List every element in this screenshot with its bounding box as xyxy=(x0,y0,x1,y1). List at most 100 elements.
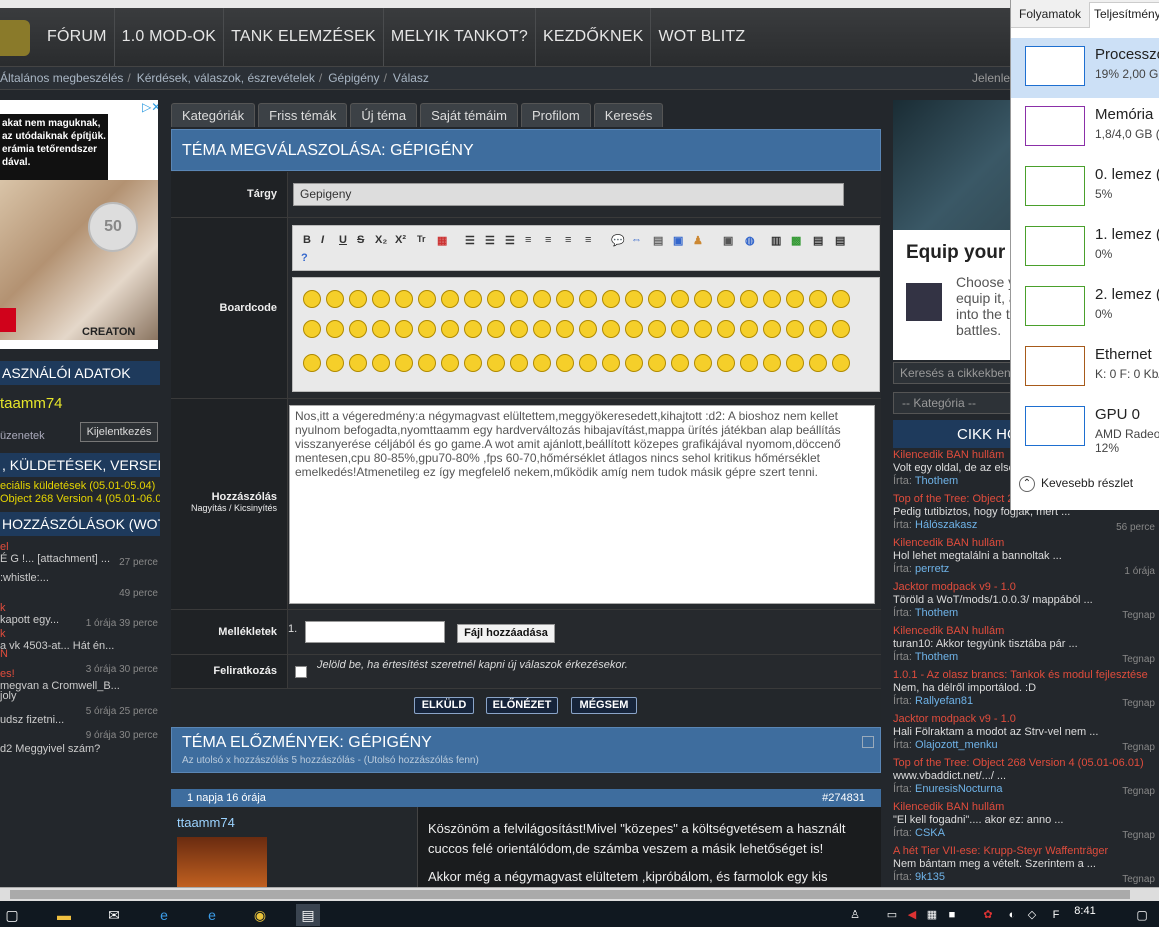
recent-post[interactable]: k kapott egy... 1 órája 39 perce xyxy=(0,602,160,629)
globe-icon[interactable]: ◍ xyxy=(745,234,755,247)
smiley-icon[interactable] xyxy=(395,320,413,338)
code-icon[interactable]: ⇔ xyxy=(631,234,642,246)
align-center-icon[interactable]: ≡ xyxy=(545,234,551,246)
cancel-button[interactable]: MÉGSEM xyxy=(571,697,637,714)
smiley-icon[interactable] xyxy=(717,320,735,338)
tab-performance[interactable]: Teljesítmény xyxy=(1089,2,1159,28)
smiley-icon[interactable] xyxy=(510,290,528,308)
smiley-icon[interactable] xyxy=(602,290,620,308)
antivirus-icon[interactable]: ✿ xyxy=(976,904,1000,926)
smiley-icon[interactable] xyxy=(372,290,390,308)
smiley-icon[interactable] xyxy=(487,354,505,372)
smiley-icon[interactable] xyxy=(556,354,574,372)
smiley-icon[interactable] xyxy=(602,320,620,338)
smiley-icon[interactable] xyxy=(763,290,781,308)
recent-post-title[interactable]: es! xyxy=(0,668,15,680)
article-comment[interactable]: Jacktor modpack v9 - 1.0 Töröld a WoT/mod… xyxy=(893,581,1159,625)
comment-author[interactable]: 9k135 xyxy=(915,871,945,883)
smiley-icon[interactable] xyxy=(694,290,712,308)
subscribe-checkbox[interactable] xyxy=(295,666,307,678)
smiley-icon[interactable] xyxy=(418,320,436,338)
recent-post[interactable]: udsz fizetni... 9 órája 30 perce xyxy=(0,714,160,741)
smiley-icon[interactable] xyxy=(625,354,643,372)
tab[interactable]: Friss témák xyxy=(258,103,348,127)
logout-button[interactable]: Kijelentkezés xyxy=(80,422,158,442)
ad-close-icon[interactable]: ▷✕ xyxy=(142,100,158,114)
file-input[interactable] xyxy=(305,621,445,643)
performance-item[interactable]: Memória 1,8/4,0 GB (4 xyxy=(1011,98,1159,158)
film-icon[interactable]: ▥ xyxy=(771,234,781,247)
tab[interactable]: Keresés xyxy=(593,103,664,127)
smiley-icon[interactable] xyxy=(418,290,436,308)
smiley-icon[interactable] xyxy=(441,290,459,308)
smiley-icon[interactable] xyxy=(625,320,643,338)
nav-item[interactable]: MELYIK TANKOT? xyxy=(382,8,535,66)
flag-icon[interactable]: ■ xyxy=(940,904,964,926)
nav-item[interactable]: WOT BLITZ xyxy=(650,8,752,66)
article-title[interactable]: 1.0.1 - Az olasz brancs: Tankok és modul… xyxy=(893,669,1159,682)
article-comment[interactable]: Kilencedik BAN hullám Hol lehet megtaláln… xyxy=(893,537,1159,581)
add-file-button[interactable]: Fájl hozzáadása xyxy=(457,624,555,643)
article-comment[interactable]: 1.0.1 - Az olasz brancs: Tankok és modul… xyxy=(893,669,1159,713)
smiley-icon[interactable] xyxy=(464,354,482,372)
smiley-icon[interactable] xyxy=(533,354,551,372)
article-title[interactable]: Kilencedik BAN hullám xyxy=(893,625,1159,638)
smiley-icon[interactable] xyxy=(740,320,758,338)
comment-author[interactable]: Olajozott_menku xyxy=(915,739,998,751)
start-icon[interactable]: ▢ xyxy=(0,904,24,926)
smiley-icon[interactable] xyxy=(464,290,482,308)
align-left-icon[interactable]: ≡ xyxy=(525,234,531,246)
post-author[interactable]: ttaamm74 xyxy=(177,815,235,830)
smiley-icon[interactable] xyxy=(671,354,689,372)
comment-author[interactable]: Thothem xyxy=(915,475,958,487)
bullet-list-icon[interactable]: ☰ xyxy=(465,234,475,247)
breadcrumb-item[interactable]: Általános megbeszélés xyxy=(0,71,123,85)
indent-icon[interactable]: ☰ xyxy=(505,234,515,247)
comment-author[interactable]: Thothem xyxy=(915,607,958,619)
breadcrumb-item[interactable]: Gépigény xyxy=(328,71,379,85)
subject-input[interactable]: Gepigeny xyxy=(293,183,844,206)
language-icon[interactable]: F xyxy=(1044,904,1068,926)
smiley-icon[interactable] xyxy=(648,320,666,338)
smiley-icon[interactable] xyxy=(326,290,344,308)
smiley-icon[interactable] xyxy=(717,354,735,372)
category-select[interactable]: -- Kategória -- xyxy=(893,392,1013,414)
smiley-icon[interactable] xyxy=(326,354,344,372)
article-comment[interactable]: Top of the Tree: Object 268 Version 4 (0… xyxy=(893,757,1159,801)
scrollbar-thumb[interactable] xyxy=(10,890,1130,899)
recent-post-title[interactable]: k xyxy=(0,602,6,614)
smiley-icon[interactable] xyxy=(740,290,758,308)
smiley-icon[interactable] xyxy=(648,290,666,308)
article-comment[interactable]: Kilencedik BAN hullám turan10: Akkor tegy… xyxy=(893,625,1159,669)
font-size-icon[interactable]: Tr xyxy=(417,234,426,246)
smiley-icon[interactable] xyxy=(717,290,735,308)
comment-author[interactable]: CSKA xyxy=(915,827,945,839)
nav-item[interactable]: 1.0 MOD-OK xyxy=(113,8,223,66)
preview-button[interactable]: ELŐNÉZET xyxy=(486,697,558,714)
performance-item[interactable]: 0. lemez (5% xyxy=(1011,158,1159,218)
justify-icon[interactable]: ≡ xyxy=(585,234,591,246)
align-right-icon[interactable]: ≡ xyxy=(565,234,571,246)
quote-icon[interactable]: 💬 xyxy=(611,234,625,247)
performance-item[interactable]: 1. lemez (0% xyxy=(1011,218,1159,278)
site-logo[interactable] xyxy=(0,20,30,56)
picture-icon[interactable]: ▩ xyxy=(791,234,801,247)
article-comment[interactable]: Jacktor modpack v9 - 1.0 Hali Fölraktam a… xyxy=(893,713,1159,757)
article-title[interactable]: Jacktor modpack v9 - 1.0 xyxy=(893,713,1159,726)
comment-author[interactable]: perretz xyxy=(915,563,949,575)
smiley-icon[interactable] xyxy=(303,320,321,338)
smiley-icon[interactable] xyxy=(395,290,413,308)
smiley-icon[interactable] xyxy=(671,290,689,308)
smiley-icon[interactable] xyxy=(487,320,505,338)
article-title[interactable]: A hét Tier VII-ese: Krupp-Steyr Waffentr… xyxy=(893,845,1159,858)
smiley-icon[interactable] xyxy=(510,320,528,338)
post-id[interactable]: #274831 xyxy=(822,789,865,807)
comment-author[interactable]: Rallyefan81 xyxy=(915,695,973,707)
table-icon[interactable]: ▤ xyxy=(653,234,663,247)
smiley-icon[interactable] xyxy=(533,290,551,308)
superscript-icon[interactable]: X² xyxy=(395,234,406,246)
chrome-icon[interactable]: ◉ xyxy=(248,904,272,926)
ie-icon[interactable]: e xyxy=(200,904,224,926)
mail-icon[interactable]: ✉ xyxy=(102,904,126,926)
recent-post[interactable]: joly 5 órája 25 perce xyxy=(0,690,160,717)
